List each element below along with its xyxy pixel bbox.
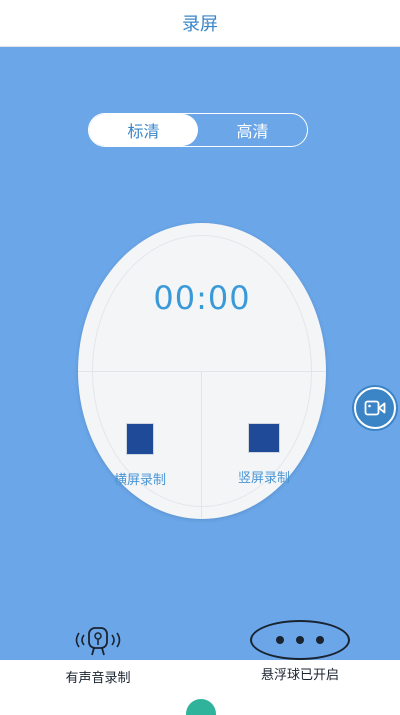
portrait-record-button[interactable]: 竖屏录制 [202, 423, 326, 486]
float-ball-label: 悬浮球已开启 [260, 668, 339, 683]
panel-divider-horizontal [78, 371, 326, 372]
audio-record-button[interactable]: 有声音录制 [58, 625, 138, 686]
microphone-sound-icon [75, 627, 121, 656]
float-ball-toggle[interactable]: 悬浮球已开启 [245, 620, 355, 683]
landscape-record-label: 横屏录制 [113, 473, 166, 488]
recorder-panel: 00:00 横屏录制 竖屏录制 [78, 223, 326, 519]
landscape-icon [126, 423, 154, 455]
quality-standard-label: 标清 [127, 122, 160, 141]
dot [276, 636, 284, 644]
more-dots-icon [250, 620, 350, 660]
page-title: 录屏 [182, 14, 218, 35]
main-panel: 标清 高清 00:00 横屏录制 竖屏录制 有声音录制 悬浮球已开启 [0, 47, 400, 715]
floating-record-button[interactable] [354, 387, 396, 429]
portrait-icon [248, 423, 280, 453]
quality-standard-option[interactable]: 标清 [89, 114, 198, 146]
quality-hd-option[interactable]: 高清 [198, 114, 307, 146]
start-record-button[interactable] [186, 699, 216, 715]
record-timer: 00:00 [153, 279, 251, 317]
landscape-record-button[interactable]: 横屏录制 [78, 423, 202, 488]
dot [296, 636, 304, 644]
audio-record-label: 有声音录制 [65, 671, 131, 686]
video-camera-icon [364, 400, 386, 416]
dot [316, 636, 324, 644]
quality-toggle[interactable]: 标清 高清 [88, 113, 308, 147]
quality-hd-label: 高清 [236, 122, 269, 141]
portrait-record-label: 竖屏录制 [237, 471, 290, 486]
top-bar: 录屏 [0, 0, 400, 47]
